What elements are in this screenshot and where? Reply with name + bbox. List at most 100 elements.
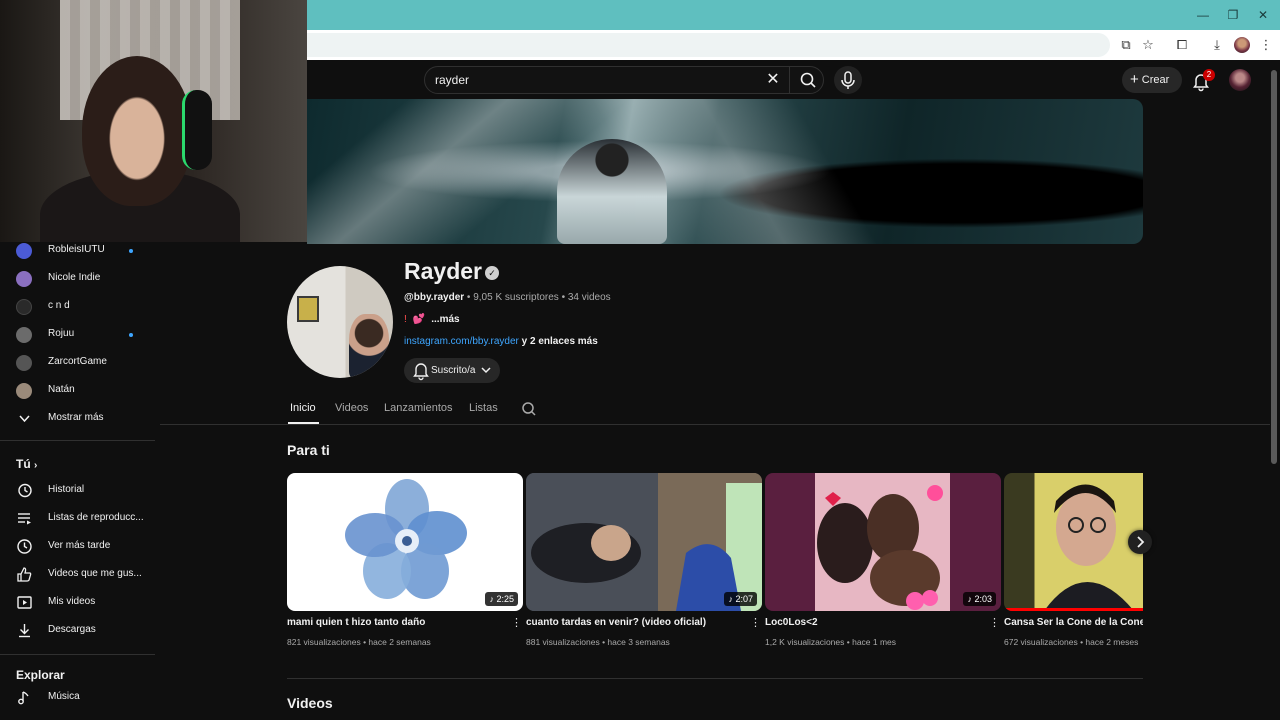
chevron-right-icon: › [34, 460, 38, 471]
new-content-dot [129, 333, 133, 337]
instagram-link[interactable]: instagram.com/bby.rayder [404, 336, 519, 347]
video-meta: 881 visualizaciones • hace 3 semanas [526, 637, 670, 647]
create-button[interactable]: + Crear [1122, 67, 1182, 93]
tab-home[interactable]: Inicio [290, 402, 316, 414]
search-input[interactable]: rayder [435, 73, 469, 87]
page-scrollbar[interactable] [1271, 70, 1277, 464]
thumbnail-scene [1044, 484, 1134, 611]
headset [182, 90, 212, 170]
sidebar-divider [0, 654, 155, 655]
screen: — ❐ ✕ ⧉ ☆ ⧠ ⤓ ⋮ rayder ✕ + Crear 2 Roble… [0, 0, 1280, 720]
plus-icon: + [1130, 71, 1139, 89]
sidebar-item-cnd[interactable]: c n d [0, 294, 155, 320]
more-options-icon[interactable]: ⋮ [989, 616, 1000, 630]
search-box[interactable]: rayder ✕ [424, 66, 824, 94]
sidebar-item-label: RobleisIUTU [48, 244, 105, 255]
sidebar-item-playlists[interactable]: Listas de reproducc... [0, 506, 155, 532]
new-content-dot [129, 249, 133, 253]
section-title-videos: Videos [287, 695, 333, 711]
sidebar-item-label: Descargas [48, 624, 96, 635]
account-avatar[interactable] [1229, 69, 1251, 91]
bookmark-star-icon[interactable]: ☆ [1139, 36, 1157, 54]
channel-description[interactable]: ! 💕 ...más [404, 314, 460, 325]
sidebar-item-label: c n d [48, 300, 70, 311]
sidebar-item-nicole-indie[interactable]: Nicole Indie [0, 266, 155, 292]
sidebar-show-more[interactable]: Mostrar más [0, 406, 155, 432]
video-meta: 821 visualizaciones • hace 2 semanas [287, 637, 431, 647]
carousel-next-button[interactable] [1128, 530, 1152, 554]
voice-search-button[interactable] [834, 66, 862, 94]
browser-menu-icon[interactable]: ⋮ [1257, 36, 1275, 54]
restore-icon[interactable]: ❐ [1224, 6, 1242, 24]
tab-playlists[interactable]: Listas [469, 402, 498, 414]
sidebar-item-label: Mis videos [48, 596, 96, 607]
sidebar-item-zarcortgame[interactable]: ZarcortGame [0, 350, 155, 376]
video-title[interactable]: Cansa Ser la Cone de la Cone [1004, 617, 1143, 628]
channel-meta: @bby.rayder • 9,05 K suscriptores • 34 v… [404, 292, 611, 303]
close-window-icon[interactable]: ✕ [1254, 6, 1272, 24]
tab-videos[interactable]: Videos [335, 402, 368, 414]
more-options-icon[interactable]: ⋮ [511, 616, 522, 630]
sidebar-item-history[interactable]: Historial [0, 478, 155, 504]
extensions-icon[interactable]: ⧠ [1173, 36, 1191, 54]
more-options-icon[interactable]: ⋮ [750, 616, 761, 630]
channel-avatar [16, 299, 32, 315]
create-label: Crear [1141, 74, 1170, 86]
download-icon[interactable]: ⤓ [1208, 36, 1226, 54]
video-duration: ♪ 2:25 [485, 592, 518, 606]
channel-handle: @bby.rayder [404, 292, 465, 303]
video-thumbnail[interactable] [1004, 473, 1143, 611]
browser-profile-avatar[interactable] [1234, 37, 1250, 53]
channel-avatar-large[interactable] [287, 266, 393, 378]
sidebar-item-downloads[interactable]: Descargas [0, 618, 155, 644]
sidebar-item-watch-later[interactable]: Ver más tarde [0, 534, 155, 560]
chevron-down-icon [19, 415, 30, 423]
sidebar-item-label: Ver más tarde [48, 540, 111, 551]
sidebar-item-music[interactable]: Música [0, 685, 155, 711]
banner-light-rays [307, 99, 1143, 244]
sidebar-item-robleisiutu[interactable]: RobleisIUTU [0, 238, 155, 264]
banner-performer [557, 139, 667, 244]
video-title[interactable]: cuanto tardas en venir? (video oficial) [526, 617, 742, 628]
channel-avatar [16, 355, 32, 371]
video-thumbnail[interactable]: ♪ 2:07 [526, 473, 762, 611]
search-button[interactable] [789, 67, 825, 93]
play-square-icon [17, 596, 32, 609]
tabs-divider [160, 424, 1270, 425]
sidebar-item-label: Música [48, 691, 80, 702]
avatar-poster [297, 296, 319, 322]
sidebar-item-label: Historial [48, 484, 85, 495]
video-thumbnail[interactable]: ♪ 2:03 [765, 473, 1001, 611]
sidebar-item-natan[interactable]: Natán [0, 378, 155, 404]
install-app-icon[interactable]: ⧉ [1117, 36, 1135, 54]
heart-icon: 💕 [412, 314, 426, 325]
sidebar-item-my-videos[interactable]: Mis videos [0, 590, 155, 616]
sidebar-item-liked-videos[interactable]: Videos que me gus... [0, 562, 155, 588]
sidebar-you-heading[interactable]: Tú › [16, 457, 37, 471]
notification-badge: 2 [1203, 69, 1215, 81]
download-icon [19, 624, 30, 638]
channel-search-icon[interactable] [520, 400, 538, 418]
minimize-icon[interactable]: — [1194, 6, 1212, 24]
video-meta: 672 visualizaciones • hace 2 meses [1004, 637, 1139, 647]
tab-releases[interactable]: Lanzamientos [384, 402, 453, 414]
video-thumbnail[interactable]: ♪ 2:25 [287, 473, 523, 611]
sidebar: RobleisIUTU Nicole Indie c n d Rojuu Zar… [0, 242, 155, 720]
subscribed-button[interactable]: Suscrito/a [404, 358, 500, 383]
sidebar-divider [0, 440, 155, 441]
sidebar-item-label: Rojuu [48, 328, 75, 339]
video-duration: ♪ 2:07 [724, 592, 757, 606]
sidebar-item-rojuu[interactable]: Rojuu [0, 322, 155, 348]
channel-links: instagram.com/bby.rayder y 2 enlaces más [404, 336, 598, 347]
clear-search-icon[interactable]: ✕ [763, 70, 783, 90]
verified-check-icon: ✓ [485, 266, 499, 280]
more-links[interactable]: y 2 enlaces más [519, 336, 598, 347]
channel-avatar [16, 243, 32, 259]
description-more-link[interactable]: ...más [431, 314, 459, 325]
channel-stats: • 9,05 K suscriptores • 34 videos [464, 292, 611, 303]
music-note-icon [18, 691, 29, 705]
avatar-person [349, 314, 389, 378]
channel-banner [307, 99, 1143, 244]
video-title[interactable]: Loc0Los<2 [765, 617, 981, 628]
video-title[interactable]: mami quien t hizo tanto daño [287, 617, 503, 628]
